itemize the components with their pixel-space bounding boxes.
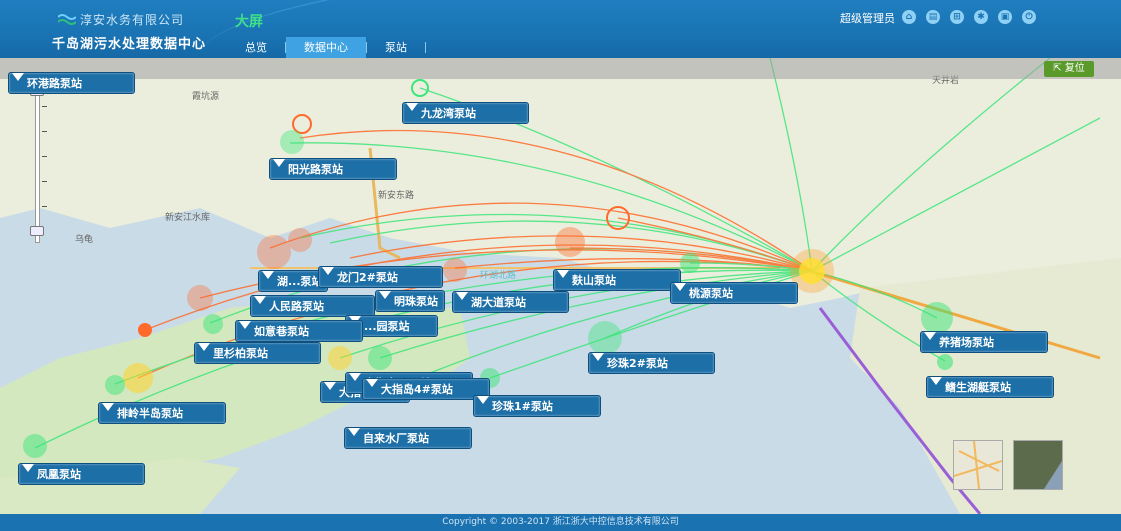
- zoom-tick: [42, 206, 47, 207]
- place-name: 霞坑源: [192, 90, 219, 102]
- station-label[interactable]: 养猪场泵站: [920, 331, 1048, 353]
- nav-separator: [425, 42, 426, 53]
- zoom-tick: [42, 156, 47, 157]
- zoom-tick: [42, 106, 47, 107]
- station-label[interactable]: 鳍生湖艇泵站: [926, 376, 1054, 398]
- tab-data-center[interactable]: 数据中心: [286, 37, 366, 58]
- station-label[interactable]: 大指岛4#泵站: [362, 378, 490, 400]
- zoom-handle[interactable]: [30, 226, 44, 236]
- station-label[interactable]: 自来水厂泵站: [344, 427, 472, 449]
- grid-icon[interactable]: ⊞: [950, 10, 964, 24]
- zoom-tick: [42, 131, 47, 132]
- station-label[interactable]: 阳光路泵站: [269, 158, 397, 180]
- document-icon[interactable]: ▤: [926, 10, 940, 24]
- big-screen-label: 大屏: [235, 14, 263, 30]
- station-label[interactable]: 明珠泵站: [375, 290, 445, 312]
- station-label[interactable]: 排岭半岛泵站: [98, 402, 226, 424]
- station-label[interactable]: 环港路泵站: [8, 72, 135, 94]
- station-label[interactable]: 珍珠1#泵站: [473, 395, 601, 417]
- lock-icon[interactable]: ▣: [998, 10, 1012, 24]
- station-label[interactable]: 如意巷泵站: [235, 320, 363, 342]
- map-type-roadmap[interactable]: [953, 440, 1003, 490]
- place-name: 新安江水库: [165, 211, 210, 223]
- home-icon[interactable]: ⌂: [902, 10, 916, 24]
- station-label[interactable]: 湖大道泵站: [452, 291, 569, 313]
- app-header: 淳安水务有限公司 千岛湖污水处理数据中心 大屏 总览 数据中心 泵站 超级管理员…: [0, 0, 1121, 58]
- copyright-text: Copyright © 2003-2017 浙江浙大中控信息技术有限公司: [442, 517, 679, 527]
- tab-overview[interactable]: 总览: [227, 37, 285, 58]
- place-name: 新安东路: [378, 189, 414, 201]
- satellite-thumbnail: [1014, 441, 1062, 489]
- zoom-slider[interactable]: [30, 86, 47, 246]
- zoom-tick: [42, 181, 47, 182]
- map-type-satellite[interactable]: [1013, 440, 1063, 490]
- roadmap-thumbnail: [953, 440, 1003, 490]
- user-name: 超级管理员: [840, 12, 895, 25]
- main-nav: 总览 数据中心 泵站: [227, 37, 426, 58]
- zoom-track[interactable]: [35, 86, 40, 243]
- station-label[interactable]: 桃源泵站: [670, 282, 798, 304]
- place-name: 乌龟: [75, 233, 93, 245]
- station-label[interactable]: 九龙湾泵站: [402, 102, 529, 124]
- station-label[interactable]: 里杉柏泵站: [194, 342, 321, 364]
- footer: Copyright © 2003-2017 浙江浙大中控信息技术有限公司: [0, 514, 1121, 531]
- station-label[interactable]: 龙门2#泵站: [318, 266, 443, 288]
- place-name: 环湖北路: [480, 269, 516, 281]
- power-icon[interactable]: ⏻: [1022, 10, 1036, 24]
- station-label[interactable]: 麸山泵站: [553, 269, 681, 291]
- settings-icon[interactable]: ✱: [974, 10, 988, 24]
- station-label[interactable]: 珍珠2#泵站: [588, 352, 715, 374]
- app-title: 千岛湖污水处理数据中心: [52, 37, 207, 52]
- station-label[interactable]: 人民路泵站: [250, 295, 375, 317]
- map-top-strip: [0, 58, 1121, 79]
- station-label[interactable]: 凤凰泵站: [18, 463, 145, 485]
- company-name: 淳安水务有限公司: [80, 13, 185, 27]
- reset-button[interactable]: ⇱ 复位: [1044, 61, 1094, 77]
- logo-icon: [58, 14, 76, 25]
- tab-pump-station[interactable]: 泵站: [367, 37, 425, 58]
- reset-icon: ⇱: [1053, 63, 1065, 74]
